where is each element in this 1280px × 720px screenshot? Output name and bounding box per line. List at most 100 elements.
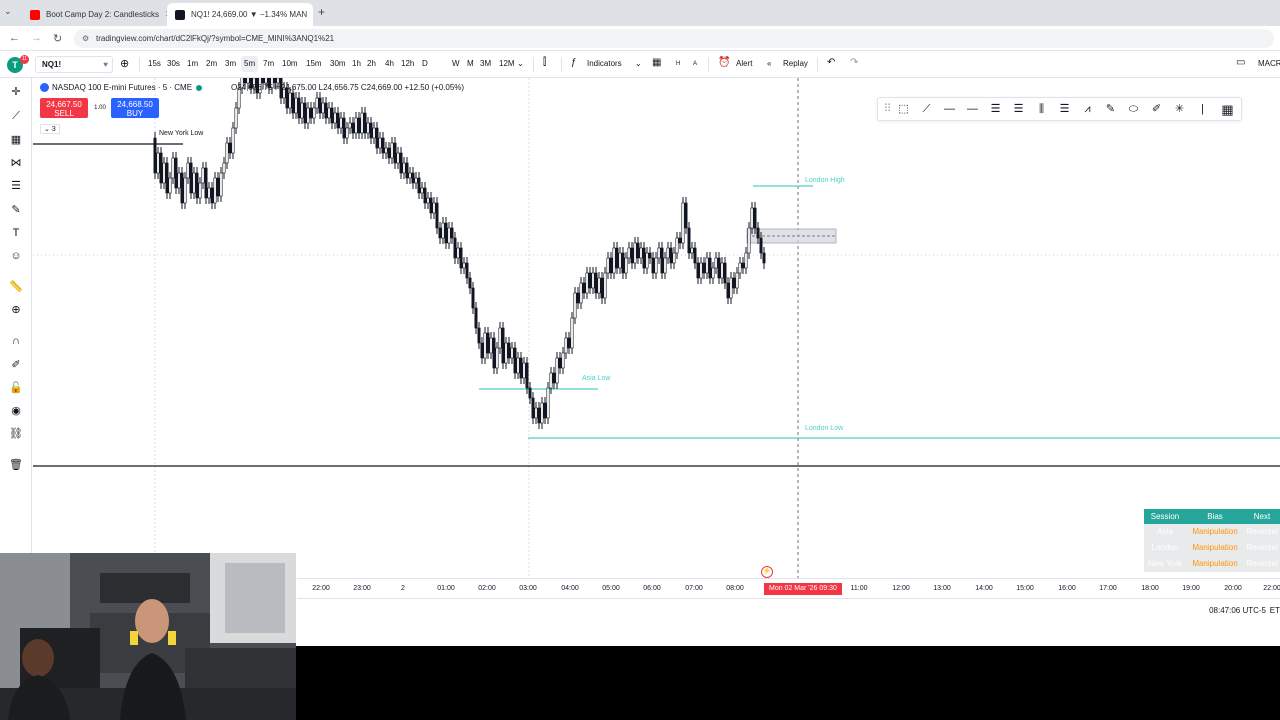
vertical-line-icon[interactable]: | [1195,102,1210,117]
timeframe-4h[interactable]: 4h [382,56,397,72]
indicator-count-toggle[interactable]: ⌄ 3 [40,124,60,134]
indicators-icon[interactable]: ƒ [571,57,577,68]
alert-button[interactable]: Alert [736,59,752,68]
sell-button[interactable]: 24,667.50 SELL [40,98,88,118]
rectangle-icon[interactable]: ⬚ [896,102,911,117]
candle-body [504,342,508,364]
timeframe-2m[interactable]: 2m [203,56,220,72]
emoji-icon[interactable]: ☺ [8,248,24,264]
redo-icon[interactable]: ↷ [850,57,858,68]
chart-canvas[interactable] [33,78,1280,578]
fib-icon[interactable]: ☰ [1011,102,1026,117]
replay-button[interactable]: Replay [783,59,808,68]
layouts-icon[interactable]: ▦ [652,57,661,68]
timeframe-W[interactable]: W [449,56,463,72]
candle-type-icon[interactable]: ⫿ [543,57,546,68]
timeframe-M[interactable]: M [464,56,477,72]
pattern-icon[interactable]: ⋈ [8,155,24,171]
position-icon[interactable]: ☰ [988,102,1003,117]
candle-body [363,112,367,134]
order-quantity[interactable]: 1.00 [90,105,110,111]
brush-icon[interactable]: ✐ [1149,102,1164,117]
asia-low-label[interactable]: Asia Low [582,375,610,382]
brush-icon[interactable]: ✎ [8,202,24,218]
compare-symbol-icon[interactable]: ⊕ [120,57,129,70]
timeframe-5m[interactable]: 5m [241,56,259,72]
trash-icon[interactable]: 🗑 [8,457,24,473]
ruler-icon[interactable]: 📏 [8,279,24,295]
time-axis[interactable]: 22:00 23:00 2 01:00 02:00 03:00 04:00 05:00 06:0… [297,578,1280,598]
gann-icon[interactable]: ✳ [1172,102,1187,117]
candle-body [294,97,298,114]
browser-tab[interactable]: Boot Camp Day 2: Candlesticks ✕ [22,3,167,26]
horizontal-ray-icon[interactable]: — [942,102,957,117]
timeframe-15m[interactable]: 15m [303,56,325,72]
timeframe-12h[interactable]: 12h [398,56,417,72]
new-tab-button[interactable]: + [318,5,325,19]
eye-icon[interactable]: ◉ [8,403,24,419]
candle-body [531,397,535,419]
parallel-channel-icon[interactable]: ☰ [1057,102,1072,117]
trend-line-icon[interactable]: ⟋ [8,108,24,124]
indicators-dropdown-icon[interactable]: ⌄ [635,59,642,68]
watchlist-icon[interactable]: ♥ [103,57,108,72]
price-chart[interactable]: NASDAQ 100 E-mini Futures · 5 · CME O24,… [33,78,1280,578]
ny-low-label[interactable]: New York Low [159,130,203,137]
timeframe-more-icon[interactable]: ⌄ [517,59,524,68]
clock-display[interactable]: 08:47:06 UTC-5 [1209,606,1266,615]
undo-icon[interactable]: ↶ [827,57,835,68]
reload-icon[interactable]: ↻ [53,32,62,45]
zoom-icon[interactable]: ⊕ [8,302,24,318]
forward-icon[interactable]: → [31,32,42,44]
timeframe-3m[interactable]: 3m [222,56,239,72]
lock-icon[interactable]: 🔓 [8,380,24,396]
browser-tab-active[interactable]: NQ1! 24,669.00 ▼ −1.34% MAN ✕ [167,3,313,26]
fullscreen-icon[interactable]: ▭ [1236,57,1245,68]
chart-legend[interactable]: NASDAQ 100 E-mini Futures · 5 · CME [40,83,206,93]
timeframe-D[interactable]: D [419,56,431,72]
timeframe-1h[interactable]: 1h [349,56,364,72]
sell-price: 24,667.50 [46,100,82,109]
london-low-label[interactable]: London Low [805,425,843,432]
layout-name[interactable]: MACR [1258,59,1280,68]
symbol-search[interactable]: NQ1! ♥ [35,56,113,73]
line-icon[interactable]: ⟋ [919,102,934,117]
candle-body [393,142,397,164]
indicators-button[interactable]: Indicators [587,59,622,68]
timeframe-3M[interactable]: 3M [477,56,494,72]
timeframe-12M[interactable]: 12M [496,56,518,72]
candle-body [738,262,742,274]
back-icon[interactable]: ← [9,32,20,44]
buy-button[interactable]: 24,668.50 BUY [111,98,159,118]
timeframe-15s[interactable]: 15s [145,56,164,72]
grid-icon[interactable]: ▦ [1220,102,1235,117]
timeframe-10m[interactable]: 10m [279,56,301,72]
link-icon[interactable]: ⛓ [8,426,24,442]
h-toggle[interactable]: H [676,61,680,67]
timeframe-30m[interactable]: 30m [327,56,349,72]
drag-handle-icon[interactable]: ⠿ [880,102,895,117]
alarm-clock-icon[interactable]: ⏰ [718,57,730,68]
bars-icon[interactable]: ⫼ [1034,102,1049,117]
crosshair-icon[interactable]: ✛ [8,84,24,100]
text-icon[interactable]: T [8,225,24,241]
forecast-icon[interactable]: ☰ [8,178,24,194]
replay-icon[interactable]: « [767,59,771,68]
timeframe-1m[interactable]: 1m [184,56,201,72]
site-info-icon[interactable]: ⚙ [82,29,89,48]
fib-grid-icon[interactable]: ▦ [8,132,24,148]
timeframe-7m[interactable]: 7m [260,56,277,72]
url-field[interactable]: ⚙ tradingview.com/chart/dC2lFkQj/?symbol… [74,29,1274,48]
pen-icon[interactable]: ✎ [1103,102,1118,117]
lightning-icon[interactable]: ⚡ [761,566,773,578]
magnet-icon[interactable]: ∩ [8,333,24,349]
ellipse-icon[interactable]: ⬭ [1126,102,1141,117]
a-toggle[interactable]: A [693,61,697,67]
tab-search-icon[interactable]: ⌄ [4,6,12,17]
timeframe-30s[interactable]: 30s [164,56,183,72]
stay-drawing-icon[interactable]: ✐ [8,357,24,373]
zigzag-icon[interactable]: ⩘ [1080,102,1095,117]
timeframe-2h[interactable]: 2h [364,56,379,72]
london-high-label[interactable]: London High [805,177,845,184]
horizontal-line-icon[interactable]: — [965,102,980,117]
